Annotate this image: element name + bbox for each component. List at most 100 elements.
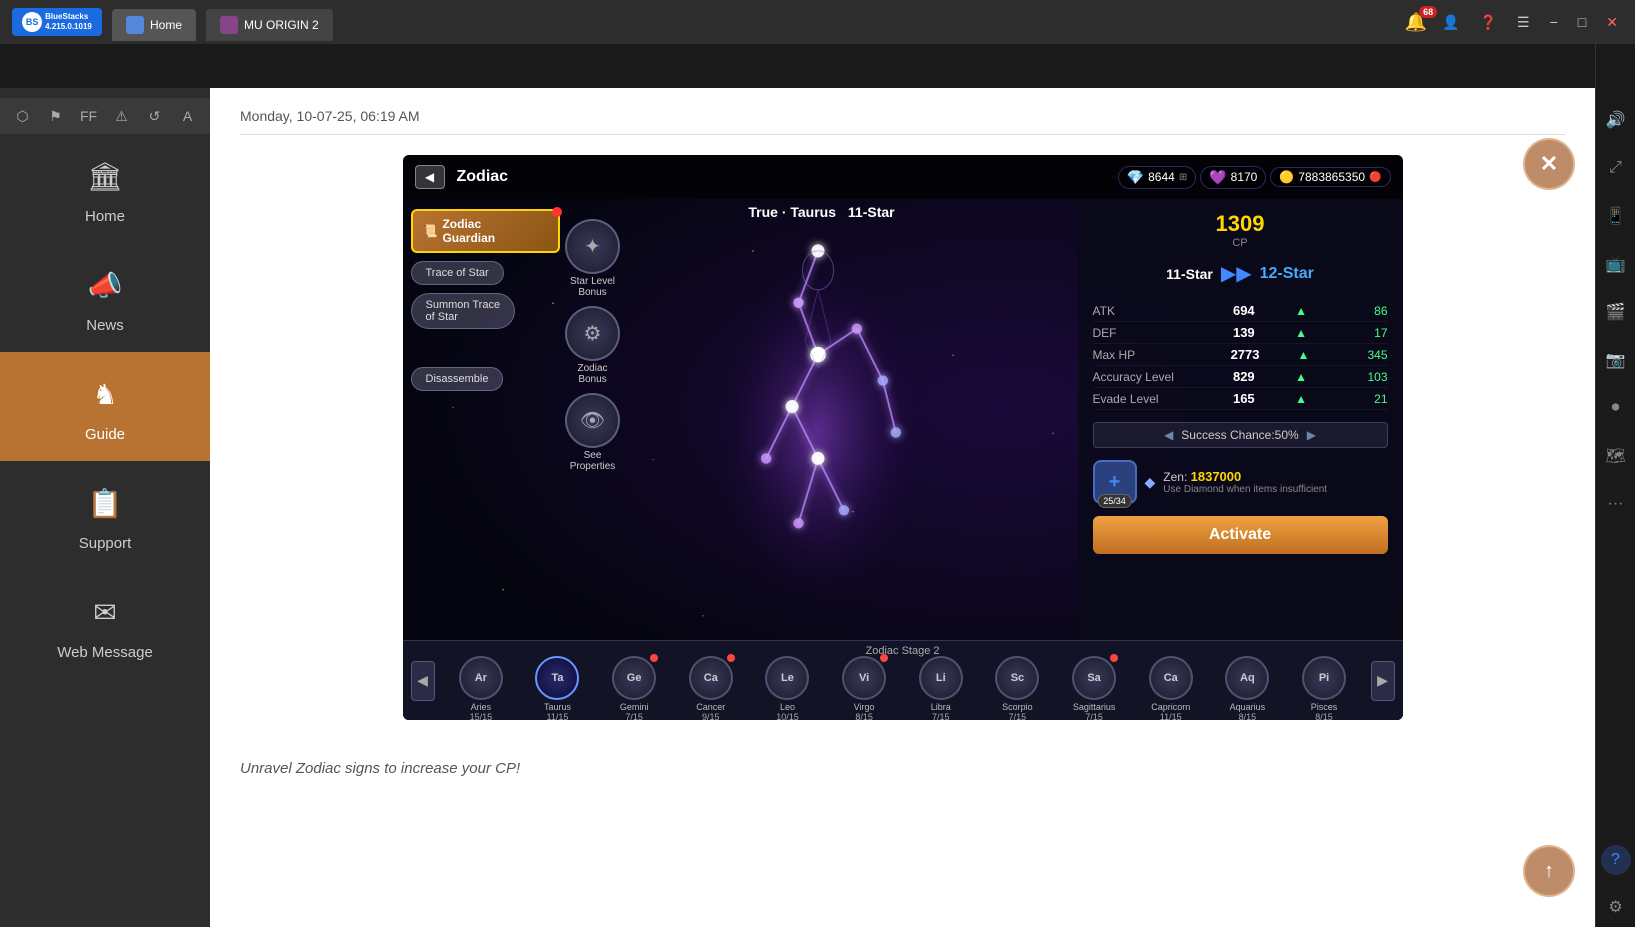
sign-progress-libra: 7/15 [932,712,950,721]
sidebar-guide-label: Guide [85,426,125,443]
sign-progress-cancer: 9/15 [702,712,720,721]
zodiac-btn-label: ZodiacGuardian [442,217,495,245]
zodiac-sign-pisces[interactable]: PiPisces8/15 [1302,656,1346,721]
close-icon: ✕ [1540,151,1558,177]
zen-amount: 1837000 [1191,469,1242,484]
record-icon[interactable]: ⏺ [1600,392,1632,424]
minimize-button[interactable]: − [1545,12,1563,32]
gold-plus-icon: 🔴 [1369,172,1381,183]
article-area[interactable]: Monday, 10-07-25, 06:19 AM ◀ Zodiac 💎 86… [210,88,1595,927]
sign-dot-gemini [650,654,658,662]
sign-progress-aries: 15/15 [470,712,493,721]
zodiac-guardian-button[interactable]: 📜 ZodiacGuardian [411,209,560,253]
notification-bell[interactable]: 🔔 68 [1405,12,1427,33]
stat-arrow-atk: ▲ [1295,304,1307,318]
see-properties-icon[interactable]: 👁 [565,393,620,448]
sign-name-gemini: Gemini [620,702,649,712]
sidebar-item-news[interactable]: 📣 News [0,243,210,352]
toolbar-btn-6[interactable]: A [174,102,202,130]
sign-circle-aries: Ar [459,656,503,700]
stat-row-maxhp: Max HP 2773 ▲ 345 [1093,344,1388,366]
toolbar-btn-1[interactable]: ⬡ [9,102,37,130]
camera-icon[interactable]: 📷 [1600,344,1632,376]
maximize-button[interactable]: □ [1573,12,1591,32]
film-icon[interactable]: 🎬 [1600,296,1632,328]
close-button[interactable]: ✕ [1601,12,1623,33]
star-level-icon[interactable]: ✦ [565,219,620,274]
web-message-icon: ✉ [81,588,129,636]
zodiac-sign-leo[interactable]: LeLeo10/15 [765,656,809,721]
cp-label: CP [1216,237,1265,249]
sidebar-item-home[interactable]: 🏛 Home [0,134,210,243]
sign-name-pisces: Pisces [1311,702,1338,712]
activate-button[interactable]: Activate [1093,516,1388,554]
zodiac-sign-cancer[interactable]: CaCancer9/15 [689,656,733,721]
guide-icon: ♞ [81,370,129,418]
toolbar-btn-5[interactable]: ↺ [141,102,169,130]
zodiac-sign-capricorn[interactable]: CaCapricorn11/15 [1149,656,1193,721]
sign-name-aries: Aries [471,702,492,712]
sound-icon[interactable]: 🔊 [1600,104,1632,136]
sign-name-virgo: Virgo [854,702,875,712]
sign-name-cancer: Cancer [696,702,725,712]
menu-icon[interactable]: ☰ [1512,12,1535,33]
sign-name-capricorn: Capricorn [1151,702,1190,712]
zodiac-sign-taurus[interactable]: TaTaurus11/15 [535,656,579,721]
sidebar-item-guide[interactable]: ♞ Guide [0,352,210,461]
settings-icon[interactable]: ⚙ [1600,891,1632,923]
scroll-to-top-button[interactable]: ↑ [1523,845,1575,897]
sidebar-item-web-message[interactable]: ✉ Web Message [0,570,210,679]
game-back-button[interactable]: ◀ [415,165,445,189]
sign-progress-taurus: 11/15 [547,712,569,721]
disassemble-button[interactable]: Disassemble [411,367,504,391]
skill-item-star-level: ✦ Star Level Bonus [563,219,623,298]
home-tab-icon [126,16,144,34]
toolbar-btn-4[interactable]: ⚠ [108,102,136,130]
expand-icon[interactable]: ⤢ [1600,152,1632,184]
stat-val-def: 139 [1233,325,1255,340]
trace-of-star-button[interactable]: Trace of Star [411,261,504,285]
zodiac-sign-aries[interactable]: Ar Aries15/15 [459,656,503,721]
game-tab-icon [220,16,238,34]
sign-name-taurus: Taurus [544,702,571,712]
sign-progress-virgo: 8/15 [855,712,873,721]
zodiac-prev-button[interactable]: ◀ [411,661,435,701]
main-content: ✕ Monday, 10-07-25, 06:19 AM ◀ Zodiac 💎 … [210,88,1595,927]
zodiac-sign-scorpio[interactable]: ScScorpio7/15 [995,656,1039,721]
trace-label: Trace of Star [426,267,489,279]
zodiac-bonus-icon[interactable]: ⚙ [565,306,620,361]
sidebar-item-support[interactable]: 📋 Support [0,461,210,570]
toolbar-btn-3[interactable]: FF [75,102,103,130]
notification-count: 68 [1419,6,1437,18]
zodiac-btn-icon: 📜 [423,224,438,238]
zodiac-sign-gemini[interactable]: GeGemini7/15 [612,656,656,721]
zodiac-sign-aquarius[interactable]: AqAquarius8/15 [1225,656,1269,721]
phone-icon[interactable]: 📱 [1600,200,1632,232]
gem-currency: 💎 8644 ⊞ [1118,166,1197,189]
question-icon[interactable]: ? [1601,845,1631,875]
zodiac-sign-sagittarius[interactable]: SaSagittarius7/15 [1072,656,1116,721]
map-icon[interactable]: 🗺 [1600,440,1632,472]
zodiac-sign-virgo[interactable]: ViVirgo8/15 [842,656,886,721]
dots-icon[interactable]: ··· [1600,488,1632,520]
gem-icon: 💎 [1127,169,1144,186]
tab-game[interactable]: MU ORIGIN 2 [206,9,333,41]
stat-name-def: DEF [1093,326,1193,340]
game-topbar: ◀ Zodiac 💎 8644 ⊞ 💜 8170 🟡 [403,155,1403,199]
profile-icon[interactable]: 👤 [1437,12,1464,33]
tab-home[interactable]: Home [112,9,196,41]
toolbar-btn-2[interactable]: ⚑ [42,102,70,130]
home-icon: 🏛 [81,152,129,200]
help-icon[interactable]: ❓ [1475,12,1502,33]
plus-button[interactable]: + 25/34 [1093,460,1137,504]
tv-icon[interactable]: 📺 [1600,248,1632,280]
zodiac-next-button[interactable]: ▶ [1371,661,1395,701]
constellation-label: True · Taurus 11-Star [740,204,894,220]
close-article-button[interactable]: ✕ [1523,138,1575,190]
summon-trace-button[interactable]: Summon Traceof Star [411,293,516,329]
stat-name-maxhp: Max HP [1093,348,1193,362]
sign-progress-pisces: 8/15 [1315,712,1333,721]
zodiac-sign-libra[interactable]: LiLibra7/15 [919,656,963,721]
sign-circle-capricorn: Ca [1149,656,1193,700]
plus-counter: 25/34 [1097,494,1132,508]
